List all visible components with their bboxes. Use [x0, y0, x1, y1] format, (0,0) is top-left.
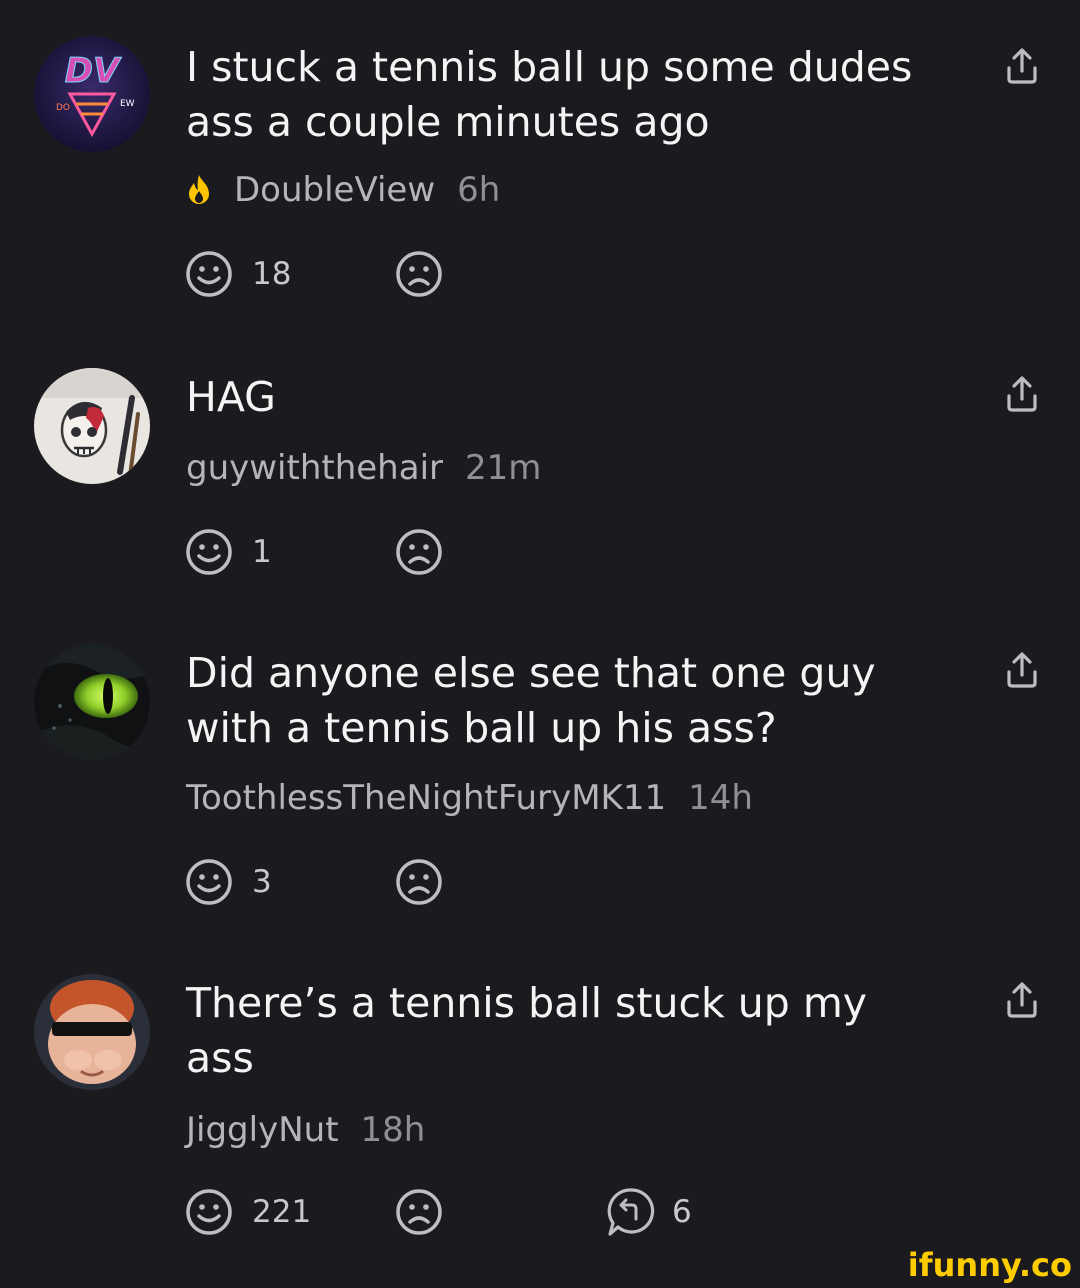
- flame-icon: [186, 173, 212, 205]
- username[interactable]: JigglyNut: [186, 1110, 339, 1150]
- avatar[interactable]: [34, 368, 150, 484]
- username[interactable]: ToothlessTheNightFuryMK11: [186, 778, 666, 818]
- timestamp: 18h: [360, 1110, 426, 1150]
- smile-icon: [186, 1189, 232, 1235]
- avatar[interactable]: DV DO EW: [34, 36, 150, 152]
- comment-meta: guywiththehair 21m: [186, 448, 541, 488]
- frown-icon: [396, 1189, 442, 1235]
- svg-text:EW: EW: [120, 99, 135, 109]
- share-icon[interactable]: [1002, 980, 1042, 1020]
- smile-icon: [186, 859, 232, 905]
- comment-text: There’s a tennis ball stuck up my ass: [186, 979, 868, 1082]
- smile-count: 1: [252, 534, 272, 570]
- frown-icon: [396, 529, 442, 575]
- reply-count: 6: [672, 1194, 692, 1230]
- comment-meta: JigglyNut 18h: [186, 1110, 425, 1150]
- smile-button[interactable]: 18: [184, 248, 291, 300]
- comment-text: HAG: [186, 373, 276, 421]
- comment-actions: 3: [184, 856, 784, 908]
- smile-count: 221: [252, 1194, 312, 1230]
- timestamp: 6h: [457, 170, 501, 210]
- comment-actions: 221 6: [184, 1186, 784, 1238]
- smile-button[interactable]: 221: [184, 1186, 311, 1238]
- smile-count: 18: [252, 256, 292, 292]
- smile-icon: [186, 251, 232, 297]
- username[interactable]: guywiththehair: [186, 448, 443, 488]
- avatar[interactable]: [34, 974, 150, 1090]
- unsmile-button[interactable]: [394, 1186, 444, 1238]
- username[interactable]: DoubleView: [234, 170, 435, 210]
- comment-text: I stuck a tennis ball up some dudes ass …: [186, 43, 913, 146]
- unsmile-button[interactable]: [394, 526, 444, 578]
- frown-icon: [396, 251, 442, 297]
- comment-meta: ToothlessTheNightFuryMK11 14h: [186, 778, 753, 818]
- avatar[interactable]: [34, 644, 150, 760]
- reply-icon: [607, 1188, 655, 1236]
- share-icon[interactable]: [1002, 374, 1042, 414]
- comment-actions: 1: [184, 526, 784, 578]
- smile-count: 3: [252, 864, 272, 900]
- timestamp: 21m: [465, 448, 542, 488]
- comment-meta: DoubleView 6h: [186, 170, 500, 210]
- svg-text:DV: DV: [65, 51, 122, 91]
- reply-button[interactable]: 6: [604, 1186, 692, 1238]
- comment-text: Did anyone else see that one guy with a …: [186, 649, 876, 752]
- smile-button[interactable]: 3: [184, 856, 272, 908]
- svg-text:DO: DO: [56, 103, 70, 113]
- share-icon[interactable]: [1002, 650, 1042, 690]
- smile-icon: [186, 529, 232, 575]
- smile-button[interactable]: 1: [184, 526, 272, 578]
- ifunny-watermark: ifunny.co: [907, 1246, 1072, 1284]
- timestamp: 14h: [688, 778, 753, 818]
- frown-icon: [396, 859, 442, 905]
- comment-actions: 18: [184, 248, 784, 300]
- share-icon[interactable]: [1002, 46, 1042, 86]
- unsmile-button[interactable]: [394, 856, 444, 908]
- unsmile-button[interactable]: [394, 248, 444, 300]
